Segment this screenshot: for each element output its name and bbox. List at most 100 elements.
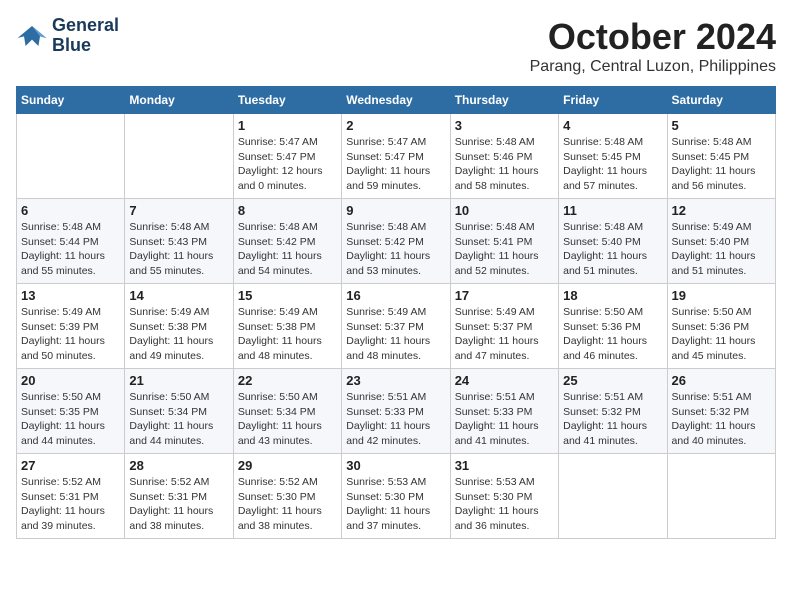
day-of-week-header: Wednesday <box>342 87 450 114</box>
calendar-cell: 25 Sunrise: 5:51 AM Sunset: 5:32 PM Dayli… <box>559 369 667 454</box>
calendar-cell <box>667 454 775 539</box>
calendar-cell: 6Sunrise: 5:48 AM Sunset: 5:44 PM Daylig… <box>17 199 125 284</box>
calendar-cell: 7 Sunrise: 5:48 AM Sunset: 5:43 PM Daylig… <box>125 199 233 284</box>
calendar-cell: 26 Sunrise: 5:51 AM Sunset: 5:32 PM Dayli… <box>667 369 775 454</box>
week-row: 20 Sunrise: 5:50 AM Sunset: 5:35 PM Dayli… <box>17 369 776 454</box>
day-number: 29 <box>238 458 337 473</box>
week-row: 1 Sunrise: 5:47 AM Sunset: 5:47 PM Daylig… <box>17 114 776 199</box>
day-info: Sunrise: 5:49 AM Sunset: 5:37 PM Dayligh… <box>346 305 445 364</box>
day-number: 18 <box>563 288 662 303</box>
day-info: Sunrise: 5:52 AM Sunset: 5:31 PM Dayligh… <box>129 475 228 534</box>
day-info: Sunrise: 5:48 AM Sunset: 5:40 PM Dayligh… <box>563 220 662 279</box>
day-number: 20 <box>21 373 120 388</box>
day-info: Sunrise: 5:48 AM Sunset: 5:41 PM Dayligh… <box>455 220 554 279</box>
day-number: 21 <box>129 373 228 388</box>
day-number: 30 <box>346 458 445 473</box>
day-info: Sunrise: 5:51 AM Sunset: 5:32 PM Dayligh… <box>563 390 662 449</box>
calendar-header-row: SundayMondayTuesdayWednesdayThursdayFrid… <box>17 87 776 114</box>
day-info: Sunrise: 5:50 AM Sunset: 5:36 PM Dayligh… <box>563 305 662 364</box>
day-number: 7 <box>129 203 228 218</box>
week-row: 13Sunrise: 5:49 AM Sunset: 5:39 PM Dayli… <box>17 284 776 369</box>
calendar-cell: 5Sunrise: 5:48 AM Sunset: 5:45 PM Daylig… <box>667 114 775 199</box>
day-info: Sunrise: 5:48 AM Sunset: 5:45 PM Dayligh… <box>563 135 662 194</box>
calendar-cell <box>17 114 125 199</box>
day-info: Sunrise: 5:53 AM Sunset: 5:30 PM Dayligh… <box>346 475 445 534</box>
calendar-cell: 14 Sunrise: 5:49 AM Sunset: 5:38 PM Dayli… <box>125 284 233 369</box>
day-number: 16 <box>346 288 445 303</box>
day-info: Sunrise: 5:50 AM Sunset: 5:34 PM Dayligh… <box>238 390 337 449</box>
calendar-cell: 10 Sunrise: 5:48 AM Sunset: 5:41 PM Dayli… <box>450 199 558 284</box>
calendar-cell: 22 Sunrise: 5:50 AM Sunset: 5:34 PM Dayli… <box>233 369 341 454</box>
calendar-cell <box>559 454 667 539</box>
day-number: 4 <box>563 118 662 133</box>
day-number: 23 <box>346 373 445 388</box>
day-number: 25 <box>563 373 662 388</box>
day-info: Sunrise: 5:47 AM Sunset: 5:47 PM Dayligh… <box>238 135 337 194</box>
calendar-cell: 16 Sunrise: 5:49 AM Sunset: 5:37 PM Dayli… <box>342 284 450 369</box>
day-info: Sunrise: 5:49 AM Sunset: 5:38 PM Dayligh… <box>129 305 228 364</box>
calendar-cell: 19 Sunrise: 5:50 AM Sunset: 5:36 PM Dayli… <box>667 284 775 369</box>
day-info: Sunrise: 5:50 AM Sunset: 5:36 PM Dayligh… <box>672 305 771 364</box>
month-title: October 2024 <box>530 16 776 58</box>
day-info: Sunrise: 5:50 AM Sunset: 5:35 PM Dayligh… <box>21 390 120 449</box>
day-number: 17 <box>455 288 554 303</box>
day-number: 10 <box>455 203 554 218</box>
day-info: Sunrise: 5:48 AM Sunset: 5:46 PM Dayligh… <box>455 135 554 194</box>
calendar-cell: 4 Sunrise: 5:48 AM Sunset: 5:45 PM Daylig… <box>559 114 667 199</box>
day-info: Sunrise: 5:48 AM Sunset: 5:43 PM Dayligh… <box>129 220 228 279</box>
logo-icon <box>16 22 48 50</box>
calendar-cell: 18 Sunrise: 5:50 AM Sunset: 5:36 PM Dayli… <box>559 284 667 369</box>
calendar-cell: 15 Sunrise: 5:49 AM Sunset: 5:38 PM Dayli… <box>233 284 341 369</box>
calendar-cell: 2 Sunrise: 5:47 AM Sunset: 5:47 PM Daylig… <box>342 114 450 199</box>
day-info: Sunrise: 5:51 AM Sunset: 5:33 PM Dayligh… <box>346 390 445 449</box>
day-number: 27 <box>21 458 120 473</box>
calendar-cell: 1 Sunrise: 5:47 AM Sunset: 5:47 PM Daylig… <box>233 114 341 199</box>
logo: General Blue <box>16 16 119 56</box>
day-of-week-header: Sunday <box>17 87 125 114</box>
day-number: 2 <box>346 118 445 133</box>
day-of-week-header: Saturday <box>667 87 775 114</box>
calendar-cell: 23 Sunrise: 5:51 AM Sunset: 5:33 PM Dayli… <box>342 369 450 454</box>
calendar-cell: 21Sunrise: 5:50 AM Sunset: 5:34 PM Dayli… <box>125 369 233 454</box>
calendar-cell: 11Sunrise: 5:48 AM Sunset: 5:40 PM Dayli… <box>559 199 667 284</box>
day-number: 13 <box>21 288 120 303</box>
day-number: 1 <box>238 118 337 133</box>
day-number: 19 <box>672 288 771 303</box>
calendar-cell: 24 Sunrise: 5:51 AM Sunset: 5:33 PM Dayli… <box>450 369 558 454</box>
day-number: 8 <box>238 203 337 218</box>
day-info: Sunrise: 5:52 AM Sunset: 5:31 PM Dayligh… <box>21 475 120 534</box>
day-number: 5 <box>672 118 771 133</box>
day-info: Sunrise: 5:49 AM Sunset: 5:40 PM Dayligh… <box>672 220 771 279</box>
calendar-cell: 20 Sunrise: 5:50 AM Sunset: 5:35 PM Dayli… <box>17 369 125 454</box>
day-number: 14 <box>129 288 228 303</box>
day-info: Sunrise: 5:51 AM Sunset: 5:33 PM Dayligh… <box>455 390 554 449</box>
day-number: 24 <box>455 373 554 388</box>
day-of-week-header: Tuesday <box>233 87 341 114</box>
day-number: 31 <box>455 458 554 473</box>
day-info: Sunrise: 5:49 AM Sunset: 5:38 PM Dayligh… <box>238 305 337 364</box>
week-row: 27 Sunrise: 5:52 AM Sunset: 5:31 PM Dayli… <box>17 454 776 539</box>
calendar-cell: 29Sunrise: 5:52 AM Sunset: 5:30 PM Dayli… <box>233 454 341 539</box>
calendar-cell: 27 Sunrise: 5:52 AM Sunset: 5:31 PM Dayli… <box>17 454 125 539</box>
day-number: 6 <box>21 203 120 218</box>
week-row: 6Sunrise: 5:48 AM Sunset: 5:44 PM Daylig… <box>17 199 776 284</box>
day-number: 26 <box>672 373 771 388</box>
day-number: 15 <box>238 288 337 303</box>
day-number: 28 <box>129 458 228 473</box>
calendar-cell: 28 Sunrise: 5:52 AM Sunset: 5:31 PM Dayli… <box>125 454 233 539</box>
calendar-cell: 13Sunrise: 5:49 AM Sunset: 5:39 PM Dayli… <box>17 284 125 369</box>
day-of-week-header: Friday <box>559 87 667 114</box>
day-number: 3 <box>455 118 554 133</box>
day-number: 9 <box>346 203 445 218</box>
day-of-week-header: Thursday <box>450 87 558 114</box>
day-info: Sunrise: 5:48 AM Sunset: 5:42 PM Dayligh… <box>346 220 445 279</box>
calendar-cell: 30 Sunrise: 5:53 AM Sunset: 5:30 PM Dayli… <box>342 454 450 539</box>
page-header: General Blue October 2024 Parang, Centra… <box>16 16 776 76</box>
calendar-cell <box>125 114 233 199</box>
day-info: Sunrise: 5:51 AM Sunset: 5:32 PM Dayligh… <box>672 390 771 449</box>
day-number: 22 <box>238 373 337 388</box>
day-info: Sunrise: 5:47 AM Sunset: 5:47 PM Dayligh… <box>346 135 445 194</box>
logo-line1: General <box>52 16 119 36</box>
calendar-table: SundayMondayTuesdayWednesdayThursdayFrid… <box>16 86 776 539</box>
calendar-cell: 3 Sunrise: 5:48 AM Sunset: 5:46 PM Daylig… <box>450 114 558 199</box>
